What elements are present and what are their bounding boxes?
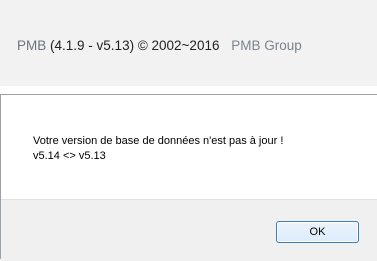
ok-button[interactable]: OK [276,221,359,243]
pmb-footer-bar: PMB (4.1.9 - v5.13) © 2002~2016 PMB Grou… [0,0,377,86]
pmb-group-link[interactable]: PMB Group [231,38,302,53]
version-info: (4.1.9 - v5.13) © 2002~2016 [50,38,220,53]
alert-message-line-2: v5.14 <> v5.13 [33,150,106,162]
alert-dialog: Votre version de base de données n'est p… [0,94,377,261]
alert-message-line-1: Votre version de base de données n'est p… [33,135,284,147]
pmb-footer-text: PMB (4.1.9 - v5.13) © 2002~2016 PMB Grou… [17,38,302,53]
app-name: PMB [17,38,47,53]
alert-message: Votre version de base de données n'est p… [33,134,283,164]
dialog-content: Votre version de base de données n'est p… [1,95,377,199]
dialog-button-bar: OK [1,199,377,261]
